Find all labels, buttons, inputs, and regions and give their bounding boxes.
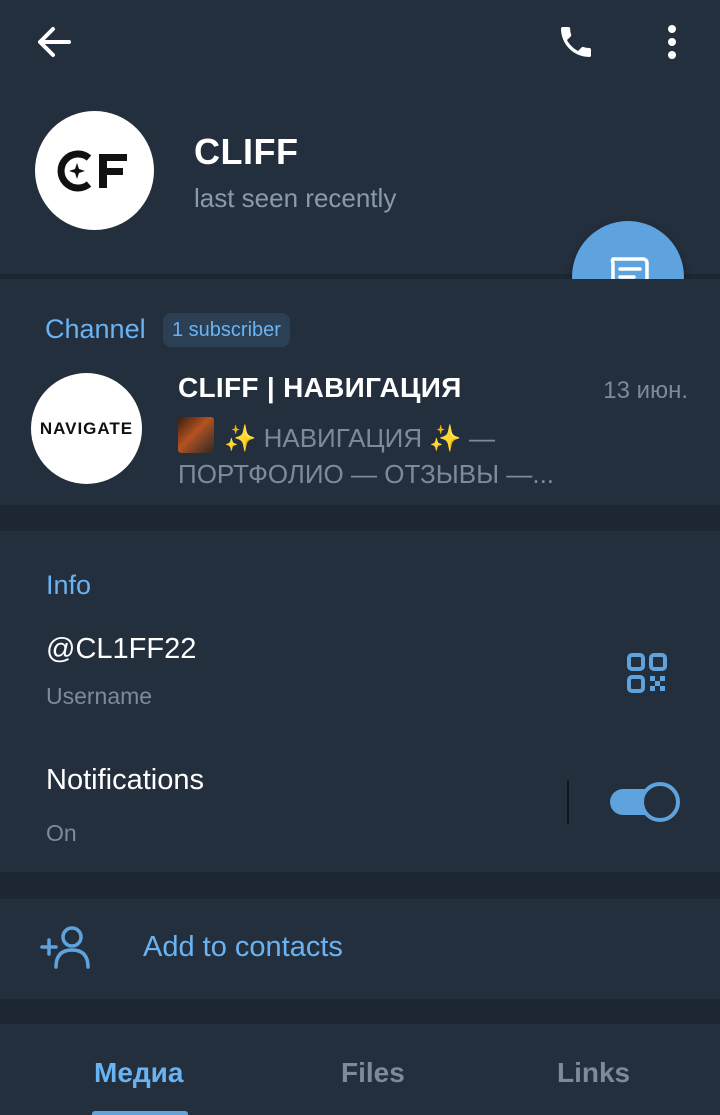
active-tab-indicator [92,1111,188,1115]
channel-section-label: Channel [45,314,146,344]
back-button[interactable] [26,18,82,66]
svg-text:CF: CF [53,146,55,147]
qr-code-icon[interactable] [626,652,668,694]
more-menu-button[interactable] [646,16,698,68]
add-user-icon [40,926,90,969]
notifications-title[interactable]: Notifications [46,764,204,797]
toggle-knob [640,782,680,822]
channel-date: 13 июн. [603,377,688,404]
add-contact-row[interactable] [0,899,720,999]
message-line-1: ✨ НАВИГАЦИЯ ✨ — [178,417,618,456]
call-button[interactable] [546,16,606,68]
info-section-label: Info [46,570,92,600]
message-thumbnail [178,417,214,453]
vertical-divider [567,780,569,824]
channel-avatar-text: NAVIGATE [39,418,134,438]
channel-last-message[interactable]: ✨ НАВИГАЦИЯ ✨ — ПОРТФОЛИО — ОТЗЫВЫ —... [178,417,618,492]
username-value[interactable]: @CL1FF22 [46,633,196,666]
more-vertical-icon [668,25,676,59]
arrow-left-icon [38,27,71,57]
subscriber-badge: 1 subscriber [163,313,290,347]
notifications-toggle[interactable] [610,782,680,822]
tab-media[interactable]: Медиа [94,1057,183,1089]
tab-files[interactable]: Files [341,1057,405,1089]
notifications-status: On [46,820,77,846]
message-line-2: ПОРТФОЛИО — ОТЗЫВЫ —... [178,459,555,489]
cf-logo: CF [53,146,127,191]
profile-avatar[interactable]: CF [35,111,154,230]
tab-links[interactable]: Links [557,1057,630,1089]
phone-icon [561,27,591,57]
username-label: Username [46,683,153,709]
message-line-1-text: ✨ НАВИГАЦИЯ ✨ — [224,423,495,453]
profile-status: last seen recently [194,183,397,213]
channel-avatar[interactable]: NAVIGATE [31,373,142,484]
add-contact-label[interactable]: Add to contacts [143,931,343,964]
profile-name: CLIFF [194,131,299,172]
channel-name[interactable]: CLIFF | НАВИГАЦИЯ [178,372,462,404]
